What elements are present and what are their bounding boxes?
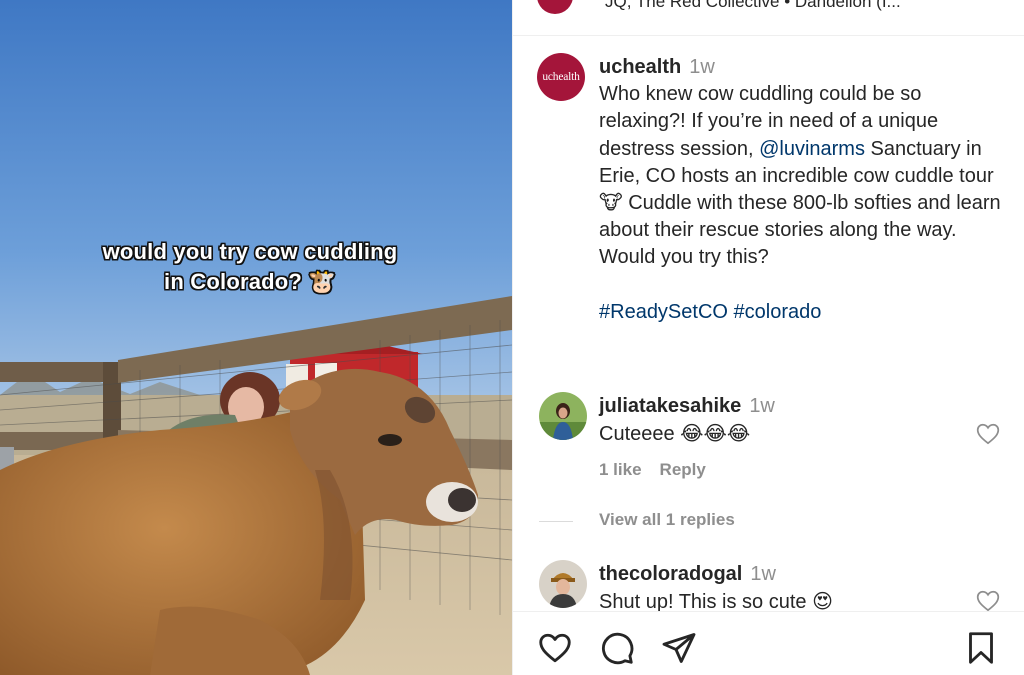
- media-overlay-caption-line2: in Colorado? 🐮: [164, 269, 336, 294]
- mention-link[interactable]: @luvinarms: [759, 138, 865, 160]
- comment-icon[interactable]: [599, 630, 635, 666]
- post-header-text[interactable]: JQ, The Red Collective • Dandelion (I...: [605, 0, 901, 12]
- post-media[interactable]: would you try cow cuddling in Colorado? …: [0, 0, 512, 675]
- avatar[interactable]: [539, 560, 587, 608]
- caption-text: uchealth 1w Who knew cow cuddling could b…: [599, 54, 1009, 326]
- comment-time[interactable]: 1w: [750, 563, 776, 585]
- avatar[interactable]: [539, 392, 587, 440]
- commenter-photo-icon: [539, 560, 587, 608]
- like-comment-heart-icon[interactable]: [975, 421, 1001, 447]
- caption-username[interactable]: uchealth: [599, 56, 681, 78]
- post-header: JQ, The Red Collective • Dandelion (I...: [513, 0, 1024, 36]
- comment-username[interactable]: juliatakesahike: [599, 395, 741, 417]
- comment-text: Cuteeee 😂😂😂: [599, 423, 751, 445]
- comment-body: thecoloradogal 1w Shut up! This is so cut…: [599, 560, 959, 616]
- caption-body-part3: Would you try this?: [599, 246, 769, 269]
- comment-username[interactable]: thecoloradogal: [599, 563, 742, 585]
- media-overlay-caption-line1: would you try cow cuddling: [102, 239, 398, 264]
- post-action-bar: [513, 611, 1024, 675]
- comment-like-count[interactable]: 1 like: [599, 460, 642, 479]
- author-avatar[interactable]: [537, 0, 573, 14]
- share-icon[interactable]: [661, 630, 697, 666]
- reply-button[interactable]: Reply: [660, 460, 706, 479]
- bookmark-icon[interactable]: [963, 630, 999, 666]
- comment-meta: 1 like Reply: [599, 460, 724, 480]
- view-replies-button[interactable]: View all 1 replies: [539, 510, 735, 530]
- comment-body: juliatakesahike 1w Cuteeee 😂😂😂: [599, 392, 959, 448]
- cow-cuddling-photo: [0, 0, 512, 675]
- avatar-label: uchealth: [542, 71, 580, 83]
- comment-text: Shut up! This is so cute 😍: [599, 591, 833, 613]
- post-details-panel: JQ, The Red Collective • Dandelion (I...…: [512, 0, 1024, 675]
- commenter-photo-icon: [539, 392, 587, 440]
- avatar[interactable]: uchealth: [537, 53, 585, 101]
- caption-time[interactable]: 1w: [689, 56, 715, 78]
- hashtag-links[interactable]: #ReadySetCO #colorado: [599, 301, 821, 323]
- heart-icon[interactable]: [537, 630, 573, 666]
- comment-time[interactable]: 1w: [749, 395, 775, 417]
